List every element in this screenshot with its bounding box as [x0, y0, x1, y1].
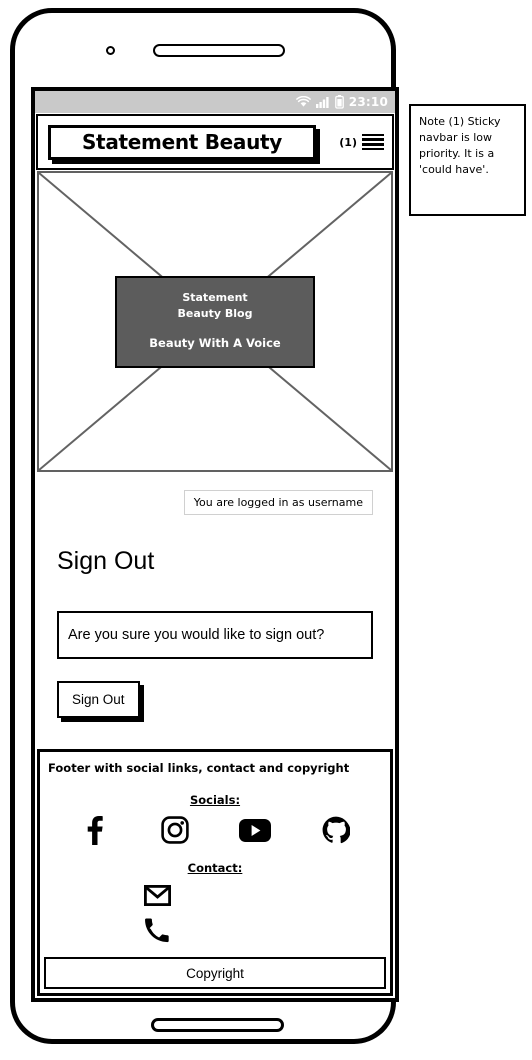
signout-button[interactable]: Sign Out [57, 680, 140, 718]
login-status-badge: You are logged in as username [183, 490, 373, 515]
note-reference-marker: (1) [339, 135, 357, 149]
contact-label: Contact: [187, 861, 243, 875]
navbar-right-group: (1) [335, 133, 384, 151]
hamburger-menu-icon[interactable] [362, 133, 384, 151]
hamburger-line [362, 133, 384, 137]
hamburger-line [362, 147, 384, 151]
socials-label: Socials: [189, 793, 241, 807]
status-bar: 23:10 [35, 91, 395, 113]
footer: Footer with social links, contact and co… [37, 749, 393, 996]
copyright-bar: Copyright [44, 957, 386, 989]
signout-confirm-box: Are you sure you would like to sign out? [57, 610, 373, 659]
hamburger-line [362, 143, 384, 146]
instagram-icon [161, 816, 189, 844]
contact-link-phone[interactable] [144, 918, 169, 943]
brand-logo-button[interactable]: Statement Beauty [48, 124, 316, 160]
annotation-note-1: Note (1) Sticky navbar is low priority. … [409, 104, 526, 216]
home-button[interactable] [151, 1018, 284, 1032]
contact-links-column [40, 885, 390, 943]
hamburger-line [362, 138, 384, 141]
main-content: You are logged in as username Sign Out A… [35, 472, 395, 749]
camera-icon [106, 46, 115, 55]
youtube-icon [239, 818, 272, 842]
phone-screen: 23:10 Statement Beauty (1) Statement Bea… [31, 87, 399, 1002]
social-link-facebook[interactable] [54, 815, 135, 845]
login-status-row: You are logged in as username [57, 490, 373, 515]
footer-links-area: Socials: Contact: [40, 775, 390, 957]
github-icon [322, 816, 350, 844]
footer-description: Footer with social links, contact and co… [48, 761, 350, 775]
page-title: Sign Out [57, 547, 155, 575]
signal-bars-icon [315, 96, 330, 108]
facebook-icon [87, 816, 103, 845]
hero-image-placeholder: Statement Beauty Blog Beauty With A Voic… [37, 171, 393, 472]
brand-title: Statement Beauty [81, 130, 283, 154]
contact-link-email[interactable] [144, 885, 171, 906]
copyright-text: Copyright [186, 965, 244, 981]
social-link-github[interactable] [296, 816, 377, 844]
hero-title-line-1: Statement [182, 290, 248, 304]
annotation-note-1-text: Note (1) Sticky navbar is low priority. … [419, 115, 501, 176]
social-link-youtube[interactable] [215, 818, 296, 842]
hero-title-line-2: Beauty Blog [177, 306, 253, 320]
status-bar-time: 23:10 [348, 95, 388, 109]
speaker-grille-icon [153, 44, 285, 57]
wifi-icon [295, 96, 311, 108]
social-links-row [40, 815, 390, 845]
signout-confirm-message: Are you sure you would like to sign out? [68, 626, 325, 643]
hero-tagline: Beauty With A Voice [149, 335, 281, 350]
hero-overlay-card: Statement Beauty Blog Beauty With A Voic… [115, 275, 315, 368]
email-icon [144, 885, 171, 906]
navbar: Statement Beauty (1) [36, 114, 394, 170]
phone-icon [145, 918, 169, 943]
social-link-instagram[interactable] [135, 816, 216, 844]
phone-device-frame: 23:10 Statement Beauty (1) Statement Bea… [10, 8, 399, 1044]
battery-icon [334, 95, 344, 109]
